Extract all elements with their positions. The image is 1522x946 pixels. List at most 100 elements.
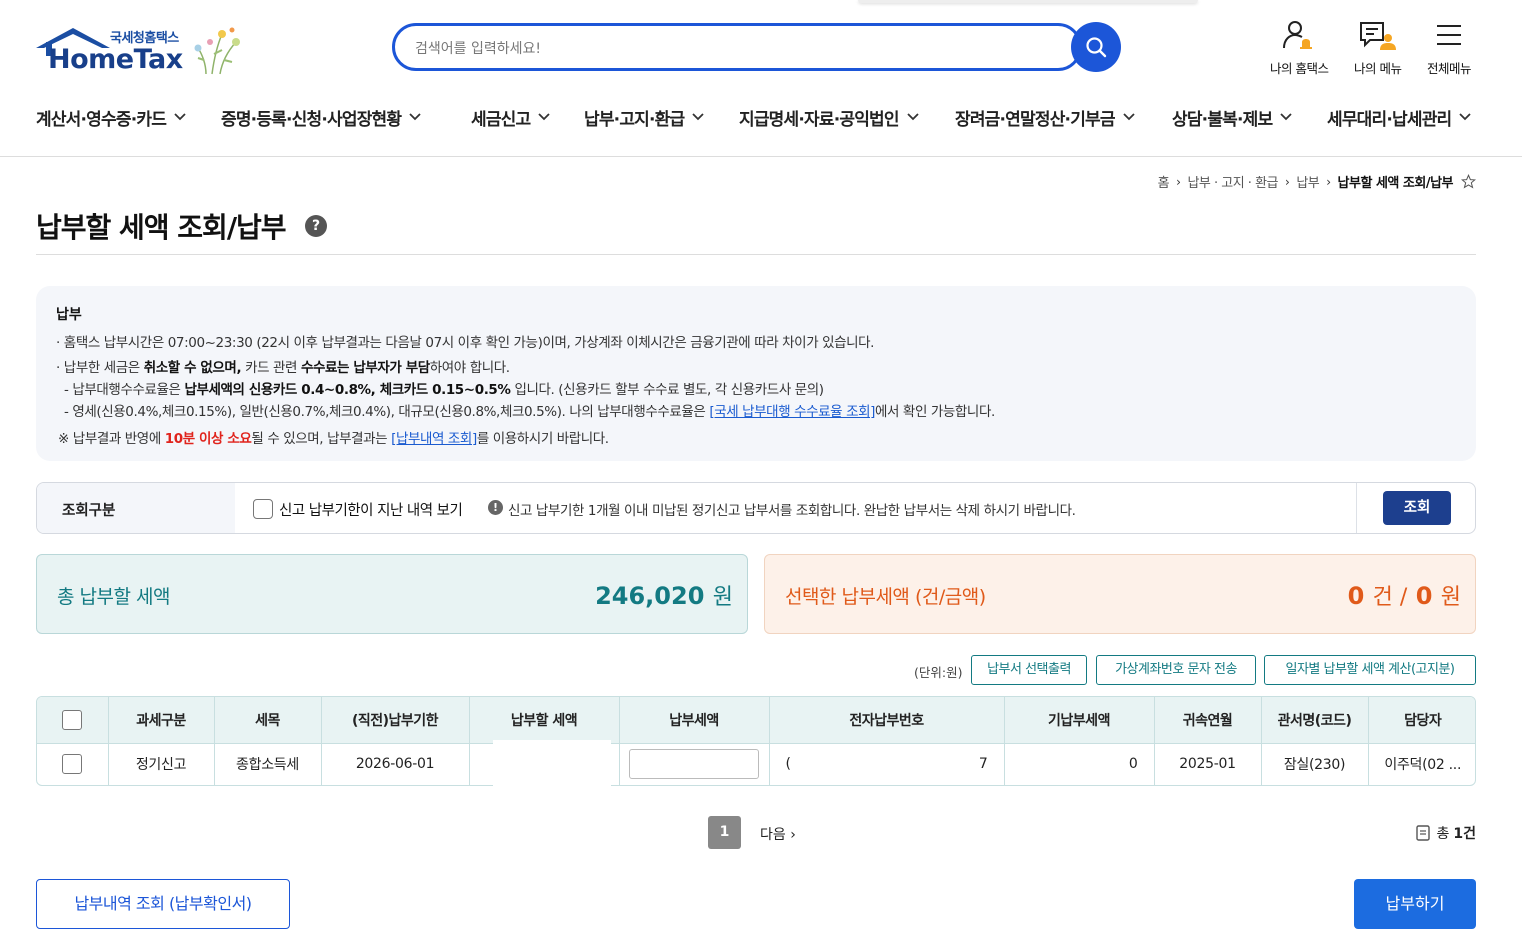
- page-title: 납부할 세액 조회/납부: [36, 211, 287, 244]
- fee-rate-link[interactable]: [국세 납부대행 수수료율 조회]: [709, 404, 875, 420]
- select-all-checkbox[interactable]: [62, 709, 83, 730]
- nav-item-incentives[interactable]: 장려금·연말정산·기부금: [955, 104, 1172, 130]
- row-checkbox[interactable]: [62, 754, 83, 775]
- search-input[interactable]: 검색어를 입력하세요!: [415, 38, 541, 58]
- selected-tax-box: 선택한 납부세액 (건/금액) 0 건 / 0 원: [764, 554, 1476, 634]
- total-tax-label: 총 납부할 세액: [57, 586, 170, 608]
- table-header: 세목: [214, 697, 322, 744]
- table-header: 기납부세액: [1004, 697, 1155, 744]
- search-bar[interactable]: 검색어를 입력하세요!: [392, 23, 1082, 71]
- table-header: 전자납부번호: [769, 697, 1005, 744]
- nav-item-payment[interactable]: 납부·고지·환급: [584, 104, 739, 130]
- payment-history-link[interactable]: [납부내역 조회]: [391, 431, 477, 447]
- past-due-checkbox[interactable]: [253, 499, 273, 519]
- next-label: 다음: [760, 827, 786, 843]
- chevron-down-icon: [409, 113, 421, 121]
- info-text: 에서 확인 가능합니다.: [875, 404, 995, 420]
- info-line-5: ※ 납부결과 반영에 10분 이상 소요될 수 있으며, 납부결과는 [납부내역…: [58, 427, 609, 447]
- table-header: (직전)납부기한: [321, 697, 470, 744]
- payment-info-box: 납부 · 홈택스 납부시간은 07:00~23:30 (22시 이후 납부결과는…: [36, 286, 1476, 461]
- chevron-right-icon: ›: [1285, 174, 1290, 189]
- nav-item-consulting[interactable]: 상담·불복·제보: [1172, 104, 1327, 130]
- selected-count: 0: [1347, 582, 1365, 610]
- selected-tax-label: 선택한 납부세액 (건/금액): [785, 586, 986, 608]
- next-page-link[interactable]: 다음 ›: [760, 824, 796, 844]
- hamburger-icon: [1437, 25, 1461, 45]
- chevron-down-icon: [174, 113, 186, 121]
- chevron-down-icon: [1123, 113, 1135, 121]
- breadcrumb-home[interactable]: 홈: [1158, 172, 1170, 191]
- hometax-logo[interactable]: 국세청홈택스 HomeTax: [36, 24, 251, 76]
- info-text: 납부한 세금은: [63, 360, 144, 376]
- daily-tax-calc-button[interactable]: 일자별 납부할 세액 계산(고지분): [1264, 655, 1476, 685]
- breadcrumb-current: 납부할 세액 조회/납부: [1337, 176, 1454, 191]
- condition-divider: [1356, 483, 1357, 533]
- nav-item-invoices[interactable]: 계산서·영수증·카드: [36, 104, 221, 130]
- util-label-all-menu: 전체메뉴: [1427, 61, 1472, 76]
- info-text: 홈택스 납부시간은 07:00~23:30 (22시 이후 납부결과는 다음날 …: [63, 335, 875, 351]
- global-nav: 계산서·영수증·카드 증명·등록·신청·사업장현황 세금신고 납부·고지·환급 …: [36, 104, 1477, 130]
- util-label-my-hometax: 나의 홈택스: [1270, 61, 1329, 76]
- info-text: ※ 납부결과 반영에: [58, 431, 165, 447]
- help-icon[interactable]: ?: [305, 215, 327, 237]
- inquiry-button[interactable]: 조회: [1383, 491, 1451, 525]
- unit-label: (단위:원): [914, 665, 963, 680]
- cell-epay-number: ( 7: [769, 743, 1005, 785]
- header-select-all: [37, 697, 109, 744]
- past-due-checkbox-label[interactable]: 신고 납부기한이 지난 내역 보기: [279, 499, 463, 520]
- search-icon: [1086, 37, 1107, 58]
- cell-tax-item: 종합소득세: [214, 743, 322, 785]
- all-menu-button[interactable]: 전체메뉴: [1427, 20, 1472, 77]
- nav-item-statements[interactable]: 지급명세·자료·공익법인: [739, 104, 955, 130]
- breadcrumb-payment[interactable]: 납부: [1296, 172, 1319, 191]
- chevron-down-icon: [1280, 113, 1292, 121]
- chevron-down-icon: [692, 113, 704, 121]
- cell-office: 잠실(230): [1261, 743, 1369, 785]
- epay-number-start: (: [785, 755, 791, 772]
- info-text: 카드 관련: [241, 360, 301, 376]
- currency-unit: 원: [1440, 585, 1461, 610]
- pay-button[interactable]: 납부하기: [1354, 879, 1476, 929]
- nav-label: 상담·불복·제보: [1172, 109, 1273, 130]
- table-header: 납부세액: [619, 697, 770, 744]
- chevron-down-icon: [907, 113, 919, 121]
- table-header: 귀속연월: [1154, 697, 1262, 744]
- nav-item-tax-filing[interactable]: 세금신고: [471, 104, 584, 130]
- cell-tax-type: 정기신고: [108, 743, 215, 785]
- info-line-3: - 납부대행수수료율은 납부세액의 신용카드 0.4~0.8%, 체크카드 0.…: [64, 378, 824, 398]
- payment-table: 과세구분 세목 (직전)납부기한 납부할 세액 납부세액 전자납부번호 기납부세…: [36, 696, 1476, 786]
- table-header-row: 과세구분 세목 (직전)납부기한 납부할 세액 납부세액 전자납부번호 기납부세…: [37, 697, 1475, 744]
- masked-amount-overlay: [493, 740, 611, 788]
- util-label-my-menu: 나의 메뉴: [1354, 61, 1402, 76]
- my-menu-button[interactable]: 나의 메뉴: [1354, 20, 1402, 77]
- user-bell-icon: [1283, 21, 1313, 49]
- payment-history-button[interactable]: 납부내역 조회 (납부확인서): [36, 879, 290, 929]
- table-header: 담당자: [1368, 697, 1475, 744]
- currency-unit: 원: [712, 585, 733, 610]
- info-text: - 영세(신용0.4%,체크0.15%), 일반(신용0.7%,체크0.4%),…: [64, 404, 710, 420]
- page-number-current[interactable]: 1: [708, 816, 741, 849]
- search-button[interactable]: [1071, 22, 1121, 72]
- info-line-1: · 홈택스 납부시간은 07:00~23:30 (22시 이후 납부결과는 다음…: [56, 335, 875, 351]
- star-icon[interactable]: [1461, 174, 1476, 189]
- cell-prepaid: 0: [1004, 743, 1155, 785]
- breadcrumb-payment-group[interactable]: 납부 · 고지 · 환급: [1187, 172, 1278, 191]
- nav-item-tax-agent[interactable]: 세무대리·납세관리: [1327, 104, 1477, 130]
- info-red: 10분 이상 소요: [164, 431, 252, 447]
- print-selected-button[interactable]: 납부서 선택출력: [971, 655, 1087, 685]
- table-header: 납부할 세액: [469, 697, 620, 744]
- nav-label: 장려금·연말정산·기부금: [955, 109, 1116, 130]
- chevron-right-icon: ›: [790, 827, 796, 843]
- my-hometax-button[interactable]: 나의 홈택스: [1270, 20, 1329, 77]
- cell-due-date: 2026-06-01: [321, 743, 470, 785]
- nav-item-certificates[interactable]: 증명·등록·신청·사업장현황: [221, 104, 471, 130]
- selected-tax-value: 0 건 / 0 원: [1348, 579, 1461, 611]
- chevron-right-icon: ›: [1326, 174, 1331, 189]
- info-text: - 납부대행수수료율은: [64, 382, 185, 398]
- pay-amount-input[interactable]: [629, 749, 759, 780]
- table-row[interactable]: 정기신고 종합소득세 2026-06-01 ( 7 0 2025-01 잠실(2…: [37, 743, 1475, 785]
- send-virtual-account-button[interactable]: 가상계좌번호 문자 전송: [1096, 655, 1256, 685]
- info-text: 를 이용하시기 바랍니다.: [476, 431, 609, 447]
- nav-label: 지급명세·자료·공익법인: [739, 109, 900, 130]
- breadcrumb: 홈 › 납부 · 고지 · 환급 › 납부 › 납부할 세액 조회/납부: [1158, 172, 1476, 191]
